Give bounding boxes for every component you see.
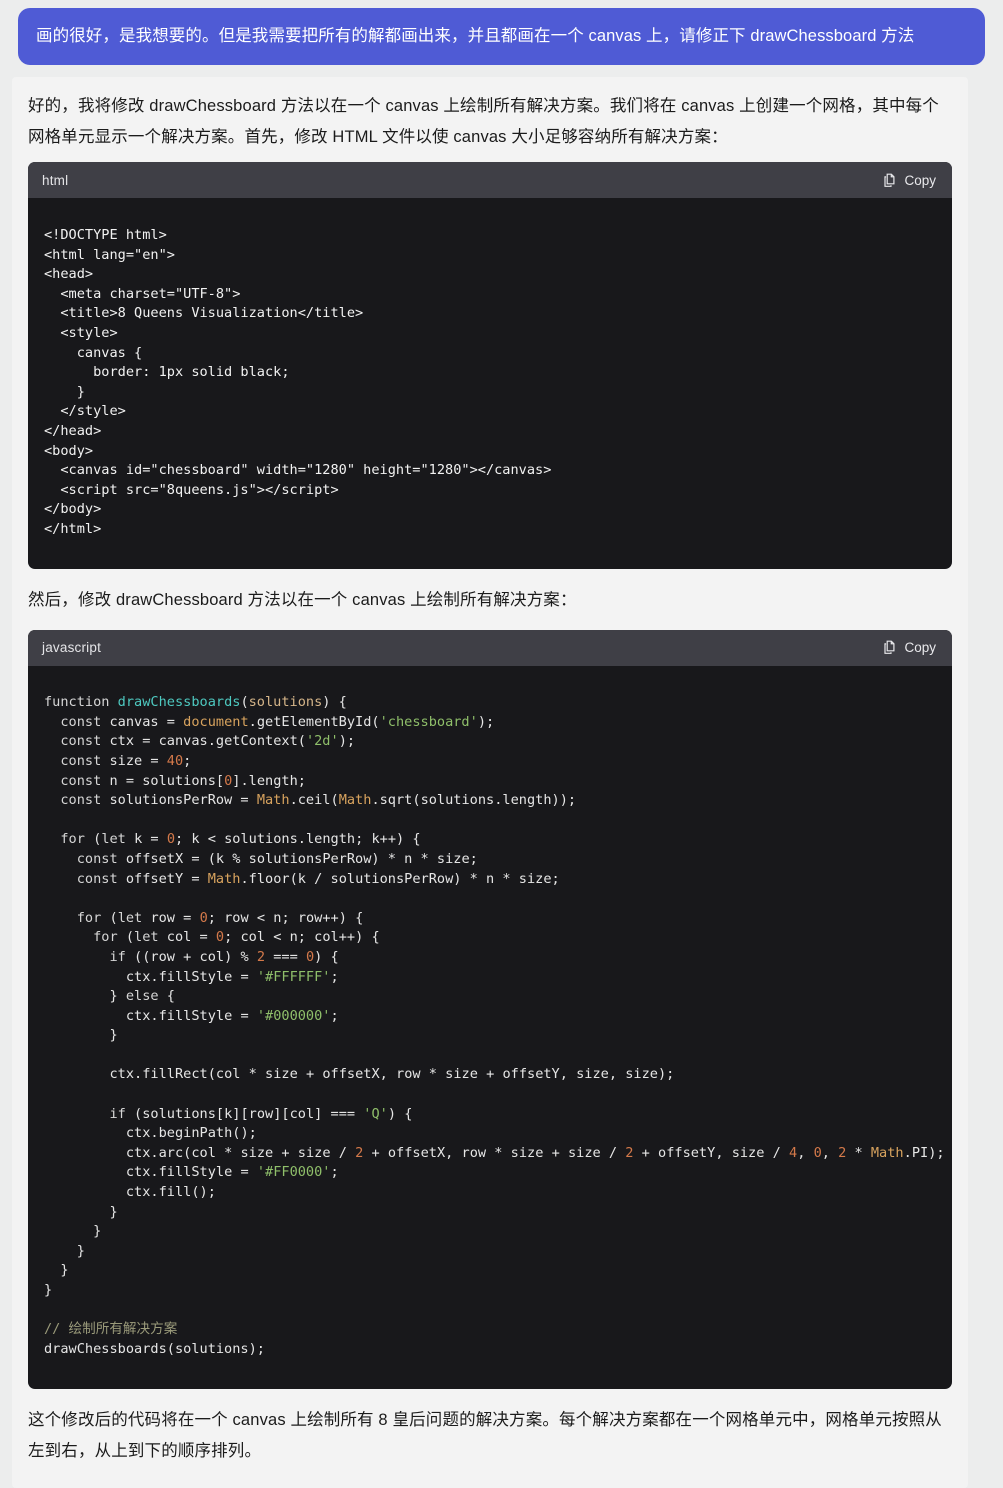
code-language-label: html [42, 172, 69, 188]
copy-icon [883, 640, 897, 655]
code-language-label: javascript [42, 640, 102, 656]
assistant-message-panel: 好的，我将修改 drawChessboard 方法以在一个 canvas 上绘制… [12, 77, 968, 1488]
user-message-row: 画的很好，是我想要的。但是我需要把所有的解都画出来，并且都画在一个 canvas… [0, 0, 1003, 66]
copy-button-label: Copy [904, 640, 936, 656]
code-block-html: html Copy <!DOCTYPE html> <html lang="en… [28, 162, 952, 570]
copy-button-label: Copy [904, 172, 936, 188]
assistant-closing-paragraph: 这个修改后的代码将在一个 canvas 上绘制所有 8 皇后问题的解决方案。每个… [28, 1410, 942, 1460]
user-message-bubble: 画的很好，是我想要的。但是我需要把所有的解都画出来，并且都画在一个 canvas… [18, 8, 985, 66]
assistant-intro-paragraph: 好的，我将修改 drawChessboard 方法以在一个 canvas 上绘制… [28, 97, 939, 146]
copy-button[interactable]: Copy [881, 171, 938, 190]
code-content-javascript[interactable]: function drawChessboards(solutions) { co… [28, 679, 952, 1376]
copy-icon [883, 173, 897, 188]
code-block-javascript: javascript Copy function drawChessboards… [28, 629, 952, 1389]
assistant-middle-paragraph: 然后，修改 drawChessboard 方法以在一个 canvas 上绘制所有… [28, 591, 577, 610]
copy-button[interactable]: Copy [881, 638, 938, 657]
code-block-header: html Copy [28, 162, 952, 199]
code-content-html[interactable]: <!DOCTYPE html> <html lang="en"> <head> … [28, 212, 952, 556]
code-block-header: javascript Copy [28, 629, 952, 666]
